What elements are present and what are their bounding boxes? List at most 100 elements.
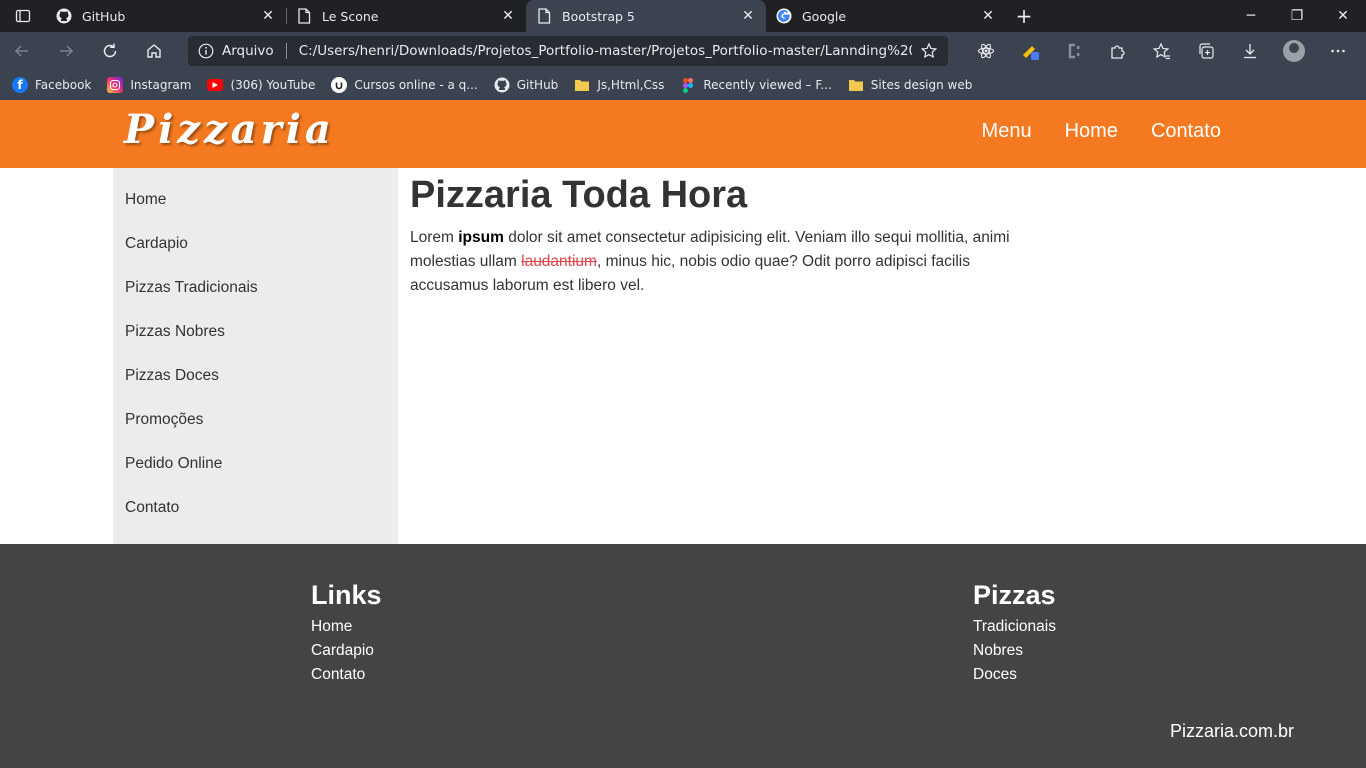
footer-link-tradicionais[interactable]: Tradicionais	[973, 615, 1056, 639]
bookmark-label: Facebook	[35, 78, 92, 92]
avatar-icon	[1283, 40, 1305, 62]
extensions-puzzle-icon[interactable]	[1096, 32, 1140, 70]
tab-le-scone[interactable]: Le Scone ✕	[286, 0, 526, 32]
site-header: Pizzaria Menu Home Contato	[0, 100, 1366, 168]
refresh-button[interactable]	[88, 32, 132, 70]
intro-paragraph: Lorem ipsum dolor sit amet consectetur a…	[410, 226, 1050, 298]
footer-link-nobres[interactable]: Nobres	[973, 639, 1056, 663]
figma-icon	[680, 77, 696, 93]
bookmark-label: Cursos online - a q...	[354, 78, 478, 92]
tab-google[interactable]: Google ✕	[766, 0, 1006, 32]
sidebar-item-pedido-online[interactable]: Pedido Online	[113, 444, 398, 488]
bookmark-youtube[interactable]: (306) YouTube	[207, 78, 315, 92]
scheme-label[interactable]: Arquivo	[222, 43, 274, 59]
favorites-icon[interactable]	[1140, 32, 1184, 70]
facebook-icon: f	[12, 77, 28, 93]
tab-title: Google	[802, 8, 847, 24]
web-page: Pizzaria Menu Home Contato Home Cardapio…	[0, 100, 1366, 768]
brand-logo[interactable]: Pizzaria	[124, 106, 335, 153]
github-icon	[494, 77, 510, 93]
page-icon	[296, 8, 312, 24]
sidebar-item-pizzas-nobres[interactable]: Pizzas Nobres	[113, 312, 398, 356]
google-icon	[776, 8, 792, 24]
page-icon	[536, 8, 552, 24]
bookmark-label: (306) YouTube	[230, 78, 316, 92]
bookmark-github[interactable]: GitHub	[494, 77, 559, 93]
bookmark-label: Instagram	[130, 78, 192, 92]
youtube-icon	[207, 79, 224, 91]
footer-link-contato[interactable]: Contato	[311, 663, 382, 687]
bookmark-figma[interactable]: Recently viewed – F...	[680, 77, 832, 93]
url-text[interactable]: C:/Users/henri/Downloads/Projetos_Portfo…	[299, 43, 912, 59]
strikethrough-text: laudantium	[521, 253, 597, 270]
info-icon[interactable]	[198, 43, 214, 59]
collections-icon[interactable]	[1184, 32, 1228, 70]
sidebar-item-promocoes[interactable]: Promoções	[113, 400, 398, 444]
footer-links-column: Links Home Cardapio Contato	[311, 580, 382, 687]
footer-domain: Pizzaria.com.br	[1169, 721, 1294, 741]
bold-text: ipsum	[458, 229, 504, 246]
tab-actions-button[interactable]	[0, 0, 46, 32]
add-favorite-icon[interactable]	[920, 42, 938, 60]
folder-icon	[574, 77, 590, 93]
close-window-icon[interactable]: ✕	[1320, 0, 1366, 32]
tab-title: Bootstrap 5	[562, 8, 635, 24]
close-tab-icon[interactable]: ✕	[980, 8, 996, 24]
udemy-icon	[331, 77, 348, 93]
bookmark-label: GitHub	[516, 78, 559, 92]
address-separator	[285, 43, 287, 59]
bookmark-facebook[interactable]: f Facebook	[12, 77, 91, 93]
bookmark-label: Recently viewed – F...	[703, 78, 832, 92]
footer-links-title: Links	[311, 580, 382, 610]
close-tab-icon[interactable]: ✕	[740, 8, 756, 24]
sidebar-item-home[interactable]: Home	[113, 180, 398, 224]
sidebar-item-pizzas-doces[interactable]: Pizzas Doces	[113, 356, 398, 400]
tab-title: Le Scone	[322, 8, 379, 24]
main-content: Pizzaria Toda Hora Lorem ipsum dolor sit…	[410, 174, 1050, 298]
color-picker-extension-icon[interactable]	[1008, 32, 1052, 70]
nav-link-menu[interactable]: Menu	[982, 120, 1032, 143]
css-extension-icon[interactable]	[1052, 32, 1096, 70]
back-button[interactable]	[0, 32, 44, 70]
browser-toolbar: Arquivo C:/Users/henri/Downloads/Projeto…	[0, 32, 1366, 70]
profile-button[interactable]	[1272, 32, 1316, 70]
address-bar[interactable]: Arquivo C:/Users/henri/Downloads/Projeto…	[188, 36, 948, 66]
bookmark-instagram[interactable]: Instagram	[107, 77, 191, 93]
restore-icon[interactable]: ❐	[1274, 0, 1320, 32]
bookmark-udemy[interactable]: Cursos online - a q...	[331, 77, 478, 93]
close-tab-icon[interactable]: ✕	[260, 8, 276, 24]
footer-pizzas-column: Pizzas Tradicionais Nobres Doces	[973, 580, 1056, 687]
bookmark-folder-sites-design[interactable]: Sites design web	[848, 77, 972, 93]
new-tab-button[interactable]: +	[1006, 0, 1042, 32]
footer-link-home[interactable]: Home	[311, 615, 382, 639]
bookmark-label: Js,Html,Css	[597, 78, 665, 92]
minimize-icon[interactable]: ─	[1228, 0, 1274, 32]
bookmark-folder-js-html-css[interactable]: Js,Html,Css	[574, 77, 664, 93]
tab-github[interactable]: GitHub ✕	[46, 0, 286, 32]
tab-actions-icon	[15, 9, 31, 23]
paragraph-text: Lorem	[410, 229, 459, 246]
refresh-icon	[103, 43, 117, 58]
sidebar-item-pizzas-tradicionais[interactable]: Pizzas Tradicionais	[113, 268, 398, 312]
sidebar: Home Cardapio Pizzas Tradicionais Pizzas…	[113, 168, 398, 544]
github-icon	[56, 8, 72, 24]
forward-button[interactable]	[44, 32, 88, 70]
more-options-icon[interactable]	[1316, 32, 1360, 70]
window-controls: ─ ❐ ✕	[1228, 0, 1366, 32]
sidebar-item-contato[interactable]: Contato	[113, 488, 398, 532]
nav-link-home[interactable]: Home	[1065, 120, 1118, 143]
home-button[interactable]	[132, 32, 176, 70]
footer-link-cardapio[interactable]: Cardapio	[311, 639, 382, 663]
footer-link-doces[interactable]: Doces	[973, 663, 1056, 687]
instagram-icon	[107, 77, 124, 93]
bookmarks-bar: f Facebook Instagram (306) YouTube Curso…	[0, 70, 1366, 100]
nav-link-contato[interactable]: Contato	[1151, 120, 1221, 143]
folder-icon	[848, 77, 864, 93]
tab-bootstrap-5[interactable]: Bootstrap 5 ✕	[526, 0, 766, 32]
downloads-icon[interactable]	[1228, 32, 1272, 70]
sidebar-item-cardapio[interactable]: Cardapio	[113, 224, 398, 268]
page-title: Pizzaria Toda Hora	[410, 174, 748, 216]
close-tab-icon[interactable]: ✕	[500, 8, 516, 24]
footer-pizzas-title: Pizzas	[973, 580, 1056, 610]
react-devtools-icon[interactable]	[964, 32, 1008, 70]
